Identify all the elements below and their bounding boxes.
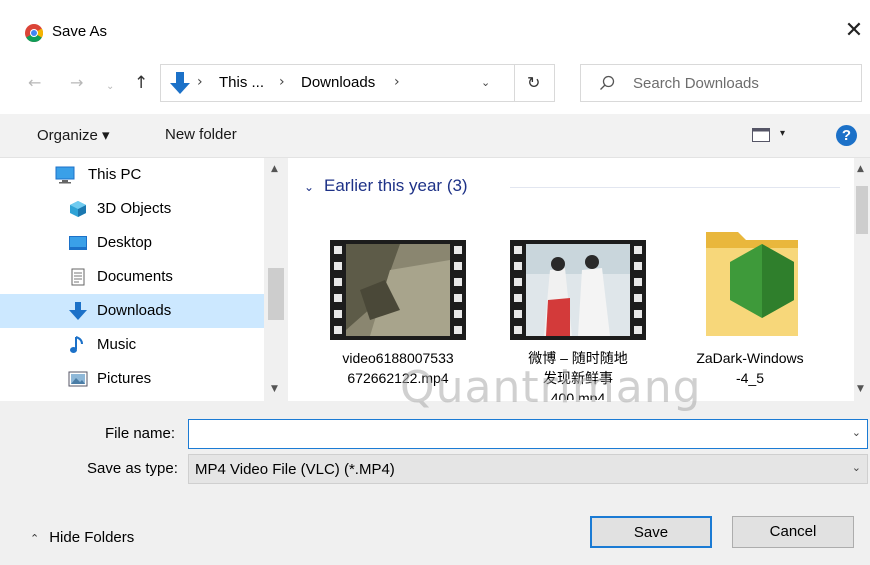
save-type-label: Save as type: (87, 460, 178, 477)
pictures-icon (68, 371, 88, 387)
search-input[interactable]: Search Downloads (580, 64, 862, 102)
sidebar-item-label: Downloads (97, 302, 172, 319)
breadcrumb-this-pc[interactable]: This ... (219, 74, 264, 91)
file-name-dropdown-icon[interactable]: ⌄ (852, 426, 861, 439)
save-form: File name: ⌄ Save as type: MP4 Video Fil… (0, 401, 870, 565)
sidebar-scrollbar[interactable]: ▲ ▼ (264, 158, 288, 401)
breadcrumb-downloads[interactable]: Downloads (301, 74, 375, 91)
refresh-button[interactable]: ↻ (515, 64, 555, 102)
title-bar: Save As ✕ (0, 0, 870, 62)
sidebar-item-label: Desktop (97, 234, 153, 251)
organize-menu[interactable]: Organize ▾ (37, 126, 110, 144)
file-name-label: File name: (105, 425, 176, 442)
sidebar-item-this-pc[interactable]: This PC (0, 158, 264, 192)
video-file-icon (510, 240, 646, 340)
scroll-down-icon[interactable]: ▼ (271, 384, 278, 394)
cancel-button[interactable]: Cancel (732, 516, 854, 548)
scrollbar-thumb[interactable] (856, 186, 868, 234)
scroll-up-icon[interactable]: ▲ (271, 164, 278, 174)
documents-icon (71, 268, 85, 286)
sidebar-item-label: Music (97, 336, 137, 353)
sidebar-item-label: Pictures (97, 370, 152, 387)
sidebar-item-pictures[interactable]: Pictures (0, 362, 264, 396)
breadcrumb-separator-icon: › (279, 74, 285, 90)
folder-icon (706, 232, 798, 336)
save-button[interactable]: Save (590, 516, 712, 548)
view-options-icon[interactable] (752, 128, 770, 142)
sidebar-item-desktop[interactable]: Desktop (0, 226, 264, 260)
search-placeholder: Search Downloads (633, 75, 759, 92)
watermark: Quantrimang (400, 362, 702, 413)
computer-icon (55, 166, 75, 184)
save-type-dropdown-icon[interactable]: ⌄ (852, 461, 861, 474)
music-icon (70, 336, 83, 353)
sidebar-item-3d-objects[interactable]: 3D Objects (0, 192, 264, 226)
forward-arrow-icon[interactable]: → (70, 72, 83, 94)
download-location-icon (170, 72, 190, 94)
group-collapse-icon[interactable]: ⌄ (304, 180, 314, 194)
group-divider (510, 187, 840, 188)
window-title: Save As (52, 23, 108, 40)
help-icon[interactable]: ? (836, 125, 857, 146)
scroll-up-icon[interactable]: ▲ (857, 164, 864, 174)
save-type-select[interactable]: MP4 Video File (VLC) (*.MP4) ⌄ (188, 454, 868, 484)
save-type-value: MP4 Video File (VLC) (*.MP4) (195, 461, 395, 478)
scroll-down-icon[interactable]: ▼ (857, 384, 864, 394)
scrollbar-thumb[interactable] (268, 268, 284, 320)
chevron-up-icon: ⌃ (30, 532, 40, 545)
sidebar-item-music[interactable]: Music (0, 328, 264, 362)
command-toolbar: Organize ▾ New folder ▾ ? (0, 114, 870, 158)
sidebar-item-label: 3D Objects (97, 200, 172, 217)
sidebar-item-documents[interactable]: Documents (0, 260, 264, 294)
address-dropdown-icon[interactable]: ⌄ (481, 76, 490, 89)
download-icon (69, 302, 87, 320)
sidebar-item-label: This PC (88, 166, 142, 183)
file-name-field[interactable]: ⌄ (188, 419, 868, 449)
content-scrollbar[interactable]: ▲ ▼ (854, 158, 870, 401)
video-file-icon (330, 240, 466, 340)
cube-icon (70, 201, 86, 217)
sidebar-item-downloads[interactable]: Downloads (0, 294, 264, 328)
address-bar[interactable]: › This ... › Downloads › ⌄ (160, 64, 515, 102)
back-arrow-icon[interactable]: ← (28, 72, 41, 94)
sidebar-item-label: Documents (97, 268, 173, 285)
hide-folders-button[interactable]: ⌃ Hide Folders (30, 529, 134, 546)
refresh-icon: ↻ (527, 73, 541, 92)
chrome-icon (25, 24, 43, 42)
recent-locations-chevron-icon[interactable]: ⌄ (106, 76, 114, 98)
hide-folders-label: Hide Folders (49, 529, 135, 546)
new-folder-button[interactable]: New folder (165, 126, 237, 143)
up-arrow-icon[interactable]: ↑ (134, 72, 148, 94)
search-icon (600, 75, 615, 90)
view-dropdown-icon[interactable]: ▾ (780, 128, 785, 139)
close-icon[interactable]: ✕ (842, 18, 866, 44)
desktop-icon (69, 236, 87, 250)
breadcrumb-separator-icon: › (197, 74, 203, 90)
breadcrumb-separator-icon[interactable]: › (394, 74, 400, 90)
group-header[interactable]: Earlier this year (3) (324, 176, 468, 196)
navigation-pane: This PC 3D Objects Desktop Documents Dow… (0, 158, 288, 401)
